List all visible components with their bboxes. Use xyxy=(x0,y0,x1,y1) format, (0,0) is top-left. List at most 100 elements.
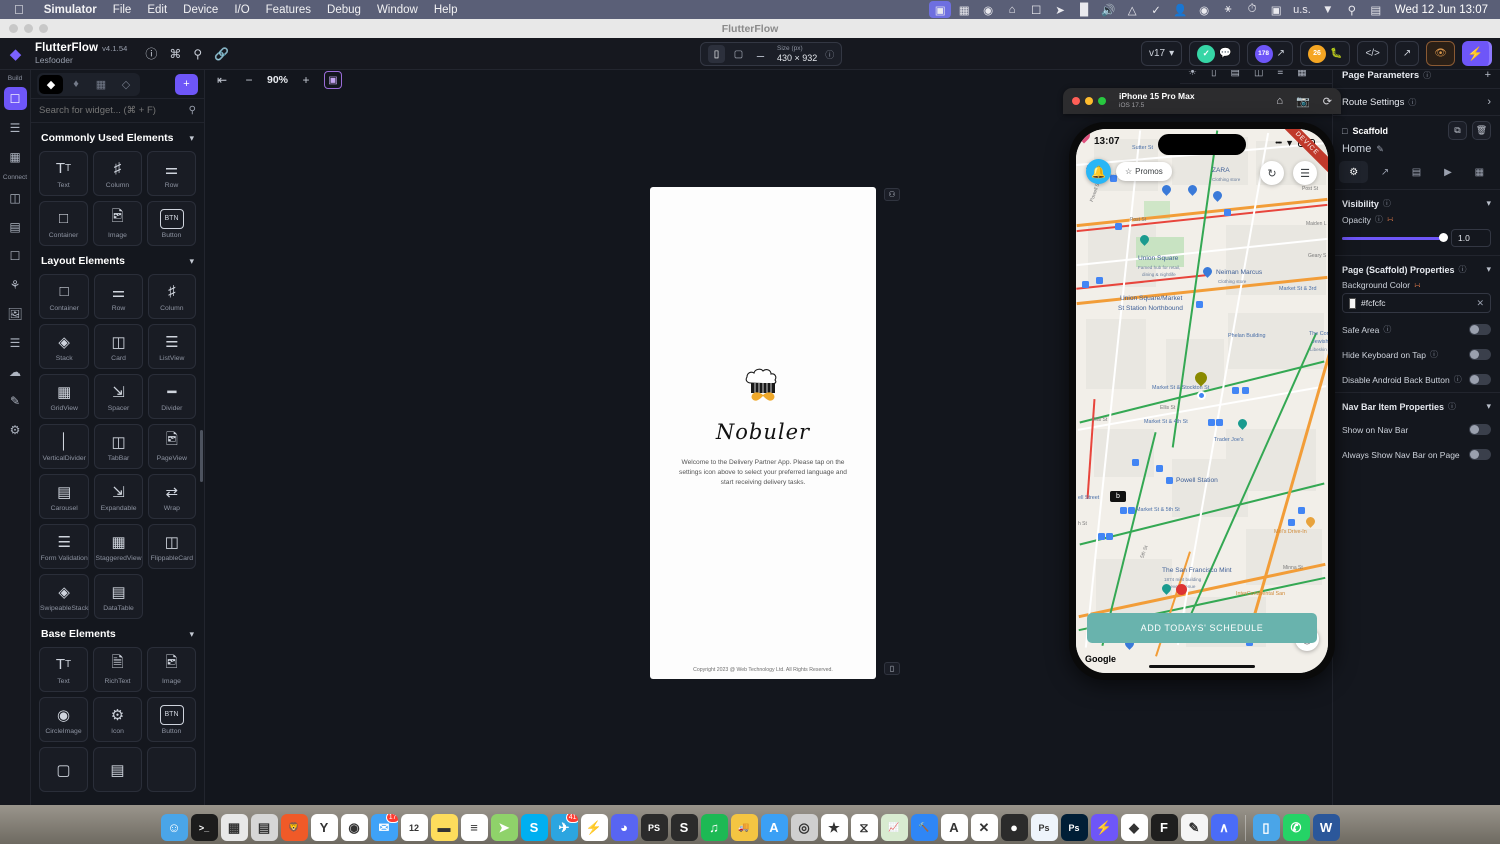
duplicate-button[interactable]: ⧉ xyxy=(1448,121,1467,140)
dock-app-whatsapp[interactable]: ✆ xyxy=(1283,814,1310,841)
dock-app-vs-code[interactable]: ✕ xyxy=(971,814,998,841)
safe-area-toggle[interactable] xyxy=(1469,324,1491,335)
home-icon[interactable]: ⌂ xyxy=(1276,95,1283,108)
dock-app-sketch[interactable]: ◆ xyxy=(1121,814,1148,841)
dock-app-notepad[interactable]: ✎ xyxy=(1181,814,1208,841)
keyboard-layout-label[interactable]: u.s. xyxy=(1289,4,1315,16)
apple-menu-icon[interactable]:  xyxy=(14,3,24,16)
rail-item-integrations[interactable]: ⚘ xyxy=(4,273,27,296)
widget-container[interactable]: □Container xyxy=(39,274,89,319)
dock-app-xcode[interactable]: 🔨 xyxy=(911,814,938,841)
screen-mirroring-icon[interactable]: ▣ xyxy=(929,1,951,18)
tab-backend[interactable]: ▤ xyxy=(1402,161,1431,183)
menu-button[interactable]: ☰ xyxy=(1293,161,1317,185)
time-machine-icon[interactable]: ⏱ xyxy=(1241,1,1263,18)
tab-ui-kits[interactable]: ♦ xyxy=(64,75,88,94)
opacity-value-input[interactable]: 1.0 xyxy=(1451,229,1491,247)
dock-app-terminal[interactable]: >_ xyxy=(191,814,218,841)
widget-divider[interactable]: ━Divider xyxy=(148,374,196,419)
rail-item-deploy[interactable]: ☁ xyxy=(4,360,27,383)
run-button[interactable]: ⚡ xyxy=(1462,41,1492,66)
simulator-titlebar[interactable]: iPhone 15 Pro Max iOS 17.5 ⌂ 📷 ⟳ xyxy=(1063,88,1341,114)
widget-row[interactable]: ⚌Row xyxy=(147,151,196,196)
opacity-slider-row[interactable]: 1.0 xyxy=(1333,227,1500,255)
toggle-row-android-back[interactable]: Disable Android Back Button ⓘ xyxy=(1333,367,1500,392)
dock-app-messenger[interactable]: ⚡ xyxy=(581,814,608,841)
dock-app-finder[interactable]: ☺ xyxy=(161,814,188,841)
info-icon[interactable]: ⓘ xyxy=(1459,264,1467,275)
widget-pageview[interactable]: 🖻PageView xyxy=(148,424,196,469)
visibility-section-header[interactable]: Visibility ⓘ ▾ xyxy=(1333,190,1500,214)
warnings-group[interactable]: 26 🐛 xyxy=(1300,41,1350,66)
widget-icon[interactable]: ⚙Icon xyxy=(93,697,142,742)
rail-item-localization[interactable]: ☰ xyxy=(4,331,27,354)
bug-icon[interactable]: 🐛 xyxy=(1330,48,1342,59)
size-info-icon[interactable]: ⓘ xyxy=(825,48,834,61)
search-icon[interactable]: ⚲ xyxy=(189,105,196,116)
dock-app-sublime-text[interactable]: S xyxy=(671,814,698,841)
dock-app-discord[interactable]: ◕ xyxy=(611,814,638,841)
rail-item-components[interactable]: ▦ xyxy=(4,145,27,168)
rail-item-database[interactable]: ◫ xyxy=(4,186,27,209)
simulator-close-button[interactable] xyxy=(1072,97,1080,105)
rail-item-settings[interactable]: ⚙ xyxy=(4,418,27,441)
dock-app-flutterflow[interactable]: ⚡ xyxy=(1091,814,1118,841)
volume-icon[interactable]: 🔊 xyxy=(1097,1,1119,18)
screen-record-icon[interactable]: █ xyxy=(1073,1,1095,18)
preview-link-badge[interactable]: ⚇ xyxy=(884,188,900,201)
issues-group[interactable]: 178 ↗ xyxy=(1247,41,1293,66)
dock-app-arc[interactable]: ∧ xyxy=(1211,814,1238,841)
menu-debug[interactable]: Debug xyxy=(319,4,369,16)
menu-io[interactable]: I/O xyxy=(226,4,257,16)
menu-window[interactable]: Window xyxy=(369,4,426,16)
hide-keyboard-toggle[interactable] xyxy=(1469,349,1491,360)
input-source-icon[interactable]: ▣ xyxy=(1265,1,1287,18)
color-hex-value[interactable]: #fcfcfc xyxy=(1361,298,1386,308)
rotate-icon[interactable]: ⟳ xyxy=(1323,95,1332,108)
slider-knob[interactable] xyxy=(1439,233,1448,242)
widget-text[interactable]: TTText xyxy=(39,647,88,692)
widget-container[interactable]: □Container xyxy=(39,201,88,246)
variable-binding-icon[interactable]: ∺ xyxy=(1414,281,1421,290)
rail-item-widget-palette[interactable]: ☐ xyxy=(4,87,27,110)
widget-row[interactable]: ⚌Row xyxy=(94,274,142,319)
dock-app-figma[interactable]: F xyxy=(1151,814,1178,841)
dock-app-android-studio[interactable]: A xyxy=(941,814,968,841)
user-icon[interactable]: 👤 xyxy=(1169,1,1191,18)
route-settings-row[interactable]: Route Settings ⓘ › xyxy=(1333,89,1500,115)
promos-chip[interactable]: ☆ Promos xyxy=(1116,162,1172,181)
simulator-traffic-lights[interactable] xyxy=(1072,97,1106,105)
stage-manager-icon[interactable]: ▦ xyxy=(953,1,975,18)
dock-app-safari[interactable]: ◎ xyxy=(791,814,818,841)
dock-app-imovie[interactable]: ★ xyxy=(821,814,848,841)
section-header-layout[interactable]: Layout Elements ▾ xyxy=(31,246,204,274)
palette-scroll-area[interactable]: Commonly Used Elements ▾ TTText ♯Column … xyxy=(31,123,204,805)
chevron-down-icon[interactable]: ▾ xyxy=(189,133,194,144)
show-on-navbar-toggle[interactable] xyxy=(1469,424,1491,435)
info-icon[interactable]: ⓘ xyxy=(1448,401,1456,412)
info-icon[interactable]: ⓘ xyxy=(1423,70,1431,81)
widget-carousel[interactable]: ▤Carousel xyxy=(39,474,89,519)
code-view-button[interactable]: </> xyxy=(1357,41,1387,66)
branch-selector[interactable]: v17 ▾ xyxy=(1141,41,1182,66)
stats-icon[interactable]: ⌂ xyxy=(1001,1,1023,18)
add-widget-button[interactable]: + xyxy=(175,74,198,95)
tab-flutter-widgets[interactable]: ◆ xyxy=(39,75,63,94)
device-phone-button[interactable]: ▯ xyxy=(708,45,725,63)
page-preview[interactable]: Nobuler Welcome to the Delivery Partner … xyxy=(650,187,876,679)
dock-app-skype[interactable]: S xyxy=(521,814,548,841)
info-icon[interactable]: ⓘ xyxy=(1430,349,1438,360)
dock-app-capcut[interactable]: ⧖ xyxy=(851,814,878,841)
chevron-down-icon[interactable]: ▾ xyxy=(189,629,194,640)
navbar-section-header[interactable]: Nav Bar Item Properties ⓘ ▾ xyxy=(1333,393,1500,417)
widget-swipeablestack[interactable]: ◈SwipeableStack xyxy=(39,574,89,619)
status-check-group[interactable]: ✓ 💬 xyxy=(1189,41,1239,66)
dock-app-photoshop[interactable]: Ps xyxy=(1061,814,1088,841)
rail-item-backend-query[interactable]: ☐ xyxy=(4,244,27,267)
screenshot-icon[interactable]: 📷 xyxy=(1296,95,1310,108)
device-size-selector[interactable]: ▯ ▢ ⚊ Size (px) 430 × 932 ⓘ xyxy=(700,42,842,66)
clear-color-icon[interactable]: ✕ xyxy=(1476,298,1484,309)
info-icon[interactable]: ⓘ xyxy=(1454,374,1462,385)
widget-gridview[interactable]: ▦GridView xyxy=(39,374,89,419)
creative-cloud-icon[interactable]: ◉ xyxy=(977,1,999,18)
